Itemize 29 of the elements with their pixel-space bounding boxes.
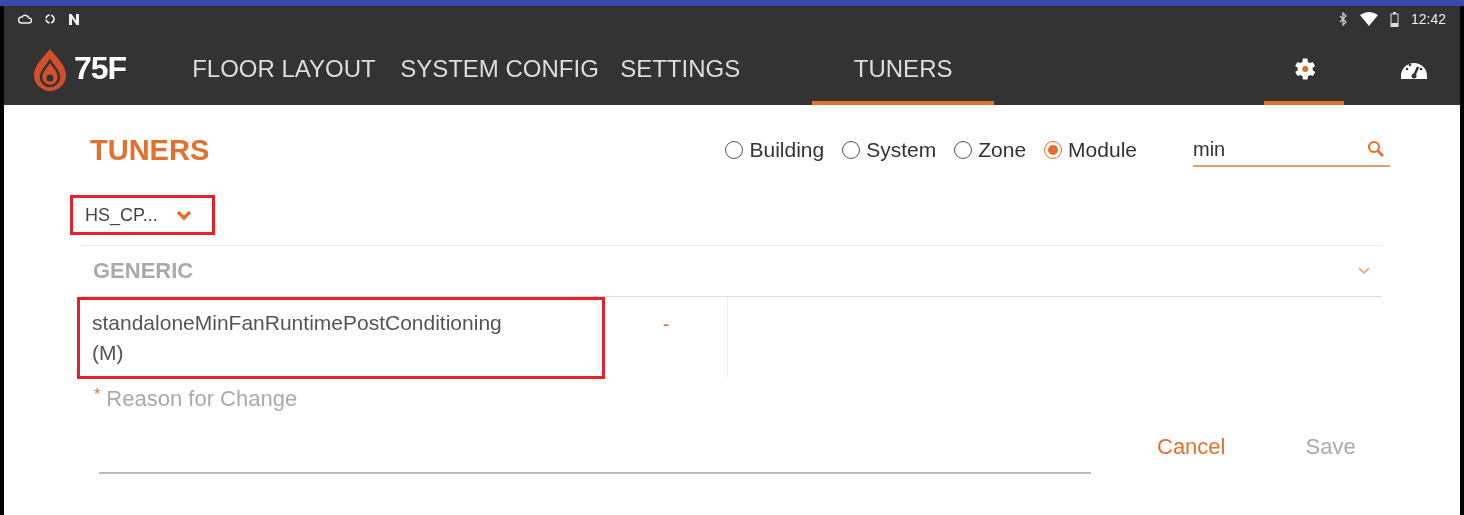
- chevron-icon: [1358, 267, 1370, 275]
- clock-time: 12:42: [1410, 11, 1446, 27]
- page-title: TUNERS: [90, 133, 210, 167]
- scope-radio[interactable]: Zone: [954, 138, 1027, 162]
- scope-radio[interactable]: Building: [725, 138, 825, 162]
- nav-tab[interactable]: TUNERS: [812, 32, 995, 105]
- module-dropdown[interactable]: HS_CP...: [70, 195, 215, 235]
- radio-label: Zone: [978, 138, 1027, 162]
- scope-radio[interactable]: System: [842, 138, 937, 162]
- radio-label: System: [866, 138, 937, 162]
- wifi-icon: [1359, 12, 1378, 26]
- nav-tab[interactable]: FLOOR LAYOUT: [192, 32, 401, 105]
- tuner-value: -: [661, 312, 671, 337]
- caret-icon: [175, 209, 192, 221]
- scope-radio[interactable]: Module: [1044, 138, 1137, 162]
- cloud-icon: [18, 14, 32, 24]
- search-icon: [1366, 139, 1386, 159]
- n-icon: [68, 13, 79, 25]
- tuner-name: standaloneMinFanRuntimePostConditioning (M): [77, 297, 605, 379]
- reason-label: * Reason for Change: [94, 386, 299, 412]
- battery-icon: [1389, 11, 1399, 27]
- logo-text: 75F: [74, 50, 127, 87]
- radio-label: Building: [749, 138, 825, 162]
- sync-icon: [44, 13, 56, 25]
- bluetooth-icon: [1338, 12, 1348, 26]
- section-label: GENERIC: [93, 258, 195, 284]
- nav-tab[interactable]: SETTINGS: [620, 32, 813, 105]
- nav-tab[interactable]: SYSTEM CONFIG: [400, 32, 621, 105]
- radio-label: Module: [1068, 138, 1137, 162]
